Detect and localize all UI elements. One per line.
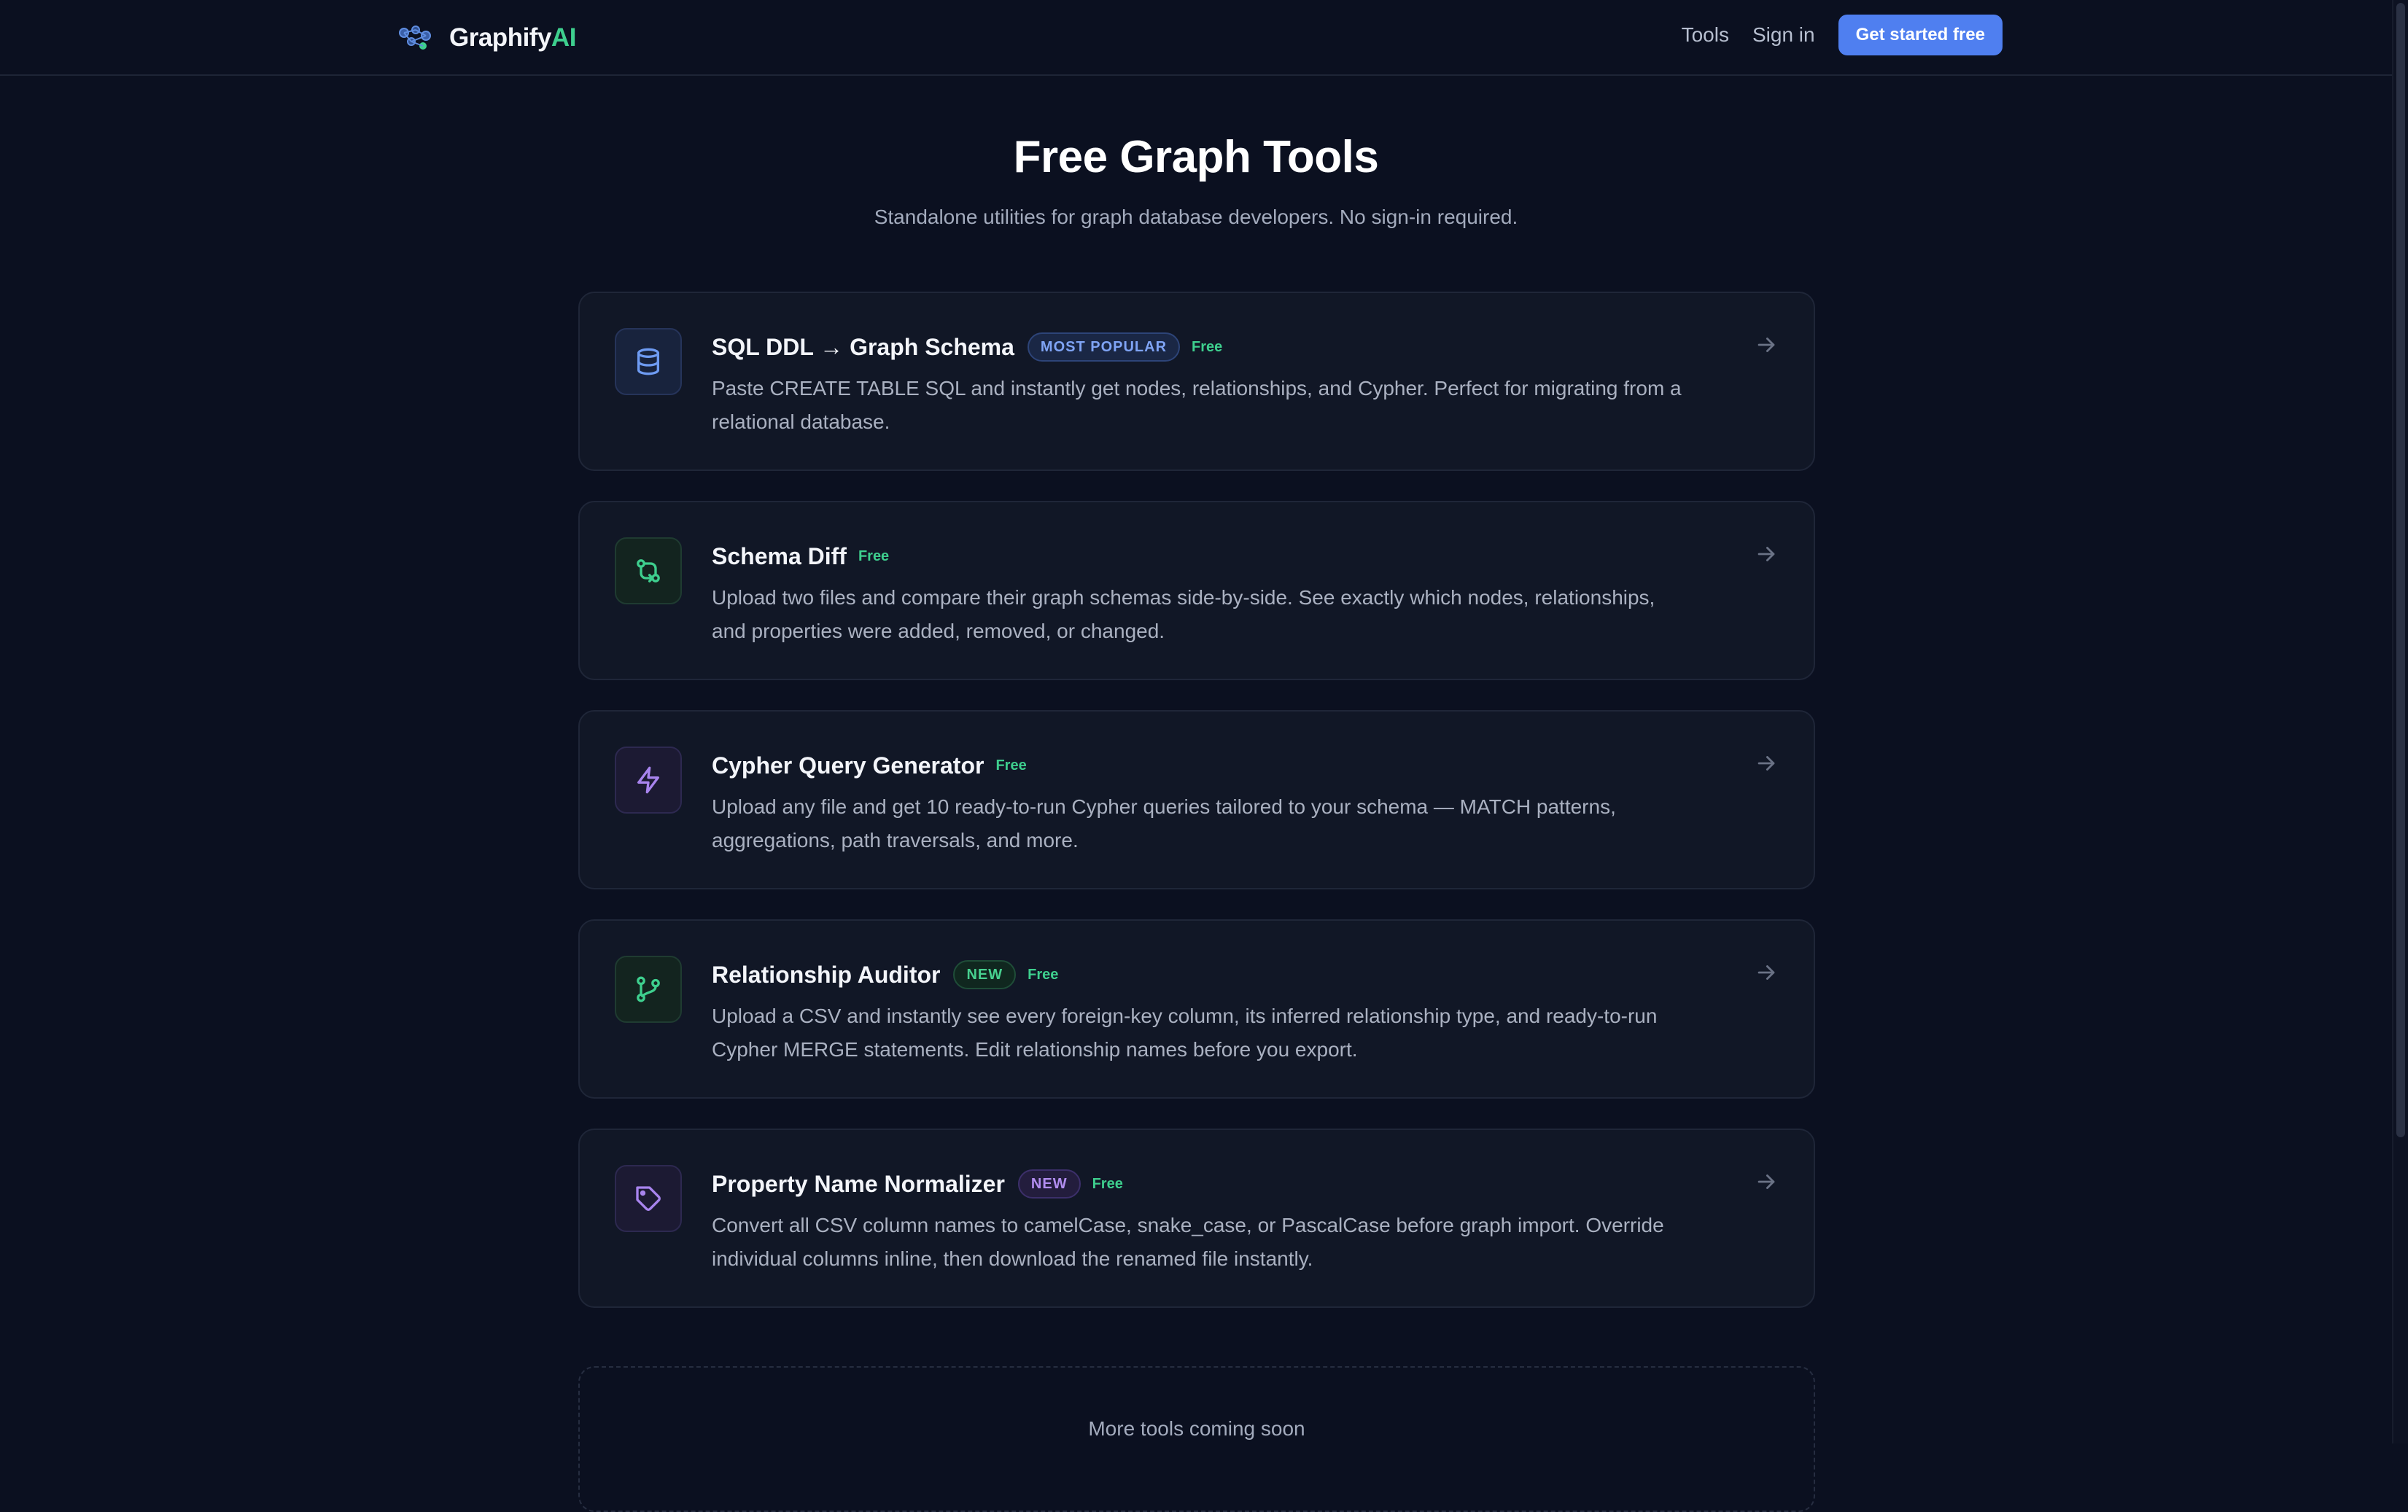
new-badge: NEW [1017,1169,1081,1199]
arrow-right-icon [1754,960,1779,985]
free-label: Free [1092,1175,1123,1192]
git-branch-icon [615,956,682,1023]
tool-card-cypher-generator[interactable]: Cypher Query Generator Free Upload any f… [578,710,1815,889]
tool-title: Cypher Query Generator [712,752,984,779]
arrow-right-icon [1754,1169,1779,1194]
database-icon [615,328,682,395]
brand-name: GraphifyAI [449,23,576,52]
nav-actions: Tools Sign in Get started free [1682,15,2003,55]
tool-card-body: Schema Diff Free Upload two files and co… [712,539,1682,648]
new-badge: NEW [953,960,1017,989]
free-label: Free [995,757,1027,773]
tool-card-header: Cypher Query Generator Free [712,748,1682,783]
brand[interactable]: GraphifyAI [394,17,576,58]
tool-description: Upload any file and get 10 ready-to-run … [712,795,1616,852]
tool-description: Paste CREATE TABLE SQL and instantly get… [712,377,1682,433]
arrow-right-icon [1754,751,1779,776]
coming-soon-card: More tools coming soon [578,1366,1815,1512]
scrollbar-thumb[interactable] [2396,3,2405,1137]
nav-link-tools[interactable]: Tools [1682,23,1729,47]
lightning-icon [615,747,682,814]
brand-logo-icon [394,23,435,53]
tool-description: Upload two files and compare their graph… [712,586,1655,642]
tag-icon [615,1165,682,1232]
tool-description: Convert all CSV column names to camelCas… [712,1214,1664,1270]
tool-card-property-normalizer[interactable]: Property Name Normalizer NEW Free Conver… [578,1129,1815,1308]
tool-card-header: Property Name Normalizer NEW Free [712,1166,1682,1201]
coming-soon-text: More tools coming soon [1088,1417,1305,1440]
most-popular-badge: MOST POPULAR [1027,332,1181,362]
tool-card-body: Property Name Normalizer NEW Free Conver… [712,1166,1682,1276]
tool-card-header: Relationship Auditor NEW Free [712,957,1682,992]
tool-card-body: SQL DDL → Graph Schema MOST POPULAR Free… [712,330,1682,439]
tool-card-sql-ddl[interactable]: SQL DDL → Graph Schema MOST POPULAR Free… [578,292,1815,471]
arrow-right-icon [1754,332,1779,357]
tool-list: SQL DDL → Graph Schema MOST POPULAR Free… [578,292,1815,1338]
arrow-right-icon [1754,542,1779,566]
tool-title: SQL DDL → Graph Schema [712,333,1014,360]
git-compare-icon [615,537,682,604]
page-title: Free Graph Tools [1013,132,1379,182]
free-label: Free [1192,338,1223,355]
tool-description: Upload a CSV and instantly see every for… [712,1005,1658,1061]
free-label: Free [1028,966,1059,983]
tool-card-header: SQL DDL → Graph Schema MOST POPULAR Free [712,330,1682,365]
tool-title: Schema Diff [712,542,847,569]
tool-title: Property Name Normalizer [712,1170,1005,1197]
top-nav: GraphifyAI Tools Sign in Get started fre… [0,0,2408,76]
nav-link-sign-in[interactable]: Sign in [1752,23,1815,47]
tool-card-body: Cypher Query Generator Free Upload any f… [712,748,1682,857]
get-started-button[interactable]: Get started free [1838,15,2003,55]
tool-title: Relationship Auditor [712,961,941,988]
tool-card-header: Schema Diff Free [712,539,1682,574]
tool-card-schema-diff[interactable]: Schema Diff Free Upload two files and co… [578,501,1815,680]
free-label: Free [858,547,890,564]
brand-name-accent: AI [551,23,577,52]
page-scrollbar[interactable] [2392,0,2408,1443]
tool-card-relationship-auditor[interactable]: Relationship Auditor NEW Free Upload a C… [578,919,1815,1099]
tool-card-body: Relationship Auditor NEW Free Upload a C… [712,957,1682,1067]
page-subtitle: Standalone utilities for graph database … [874,206,1518,228]
brand-name-main: Graphify [449,23,551,52]
